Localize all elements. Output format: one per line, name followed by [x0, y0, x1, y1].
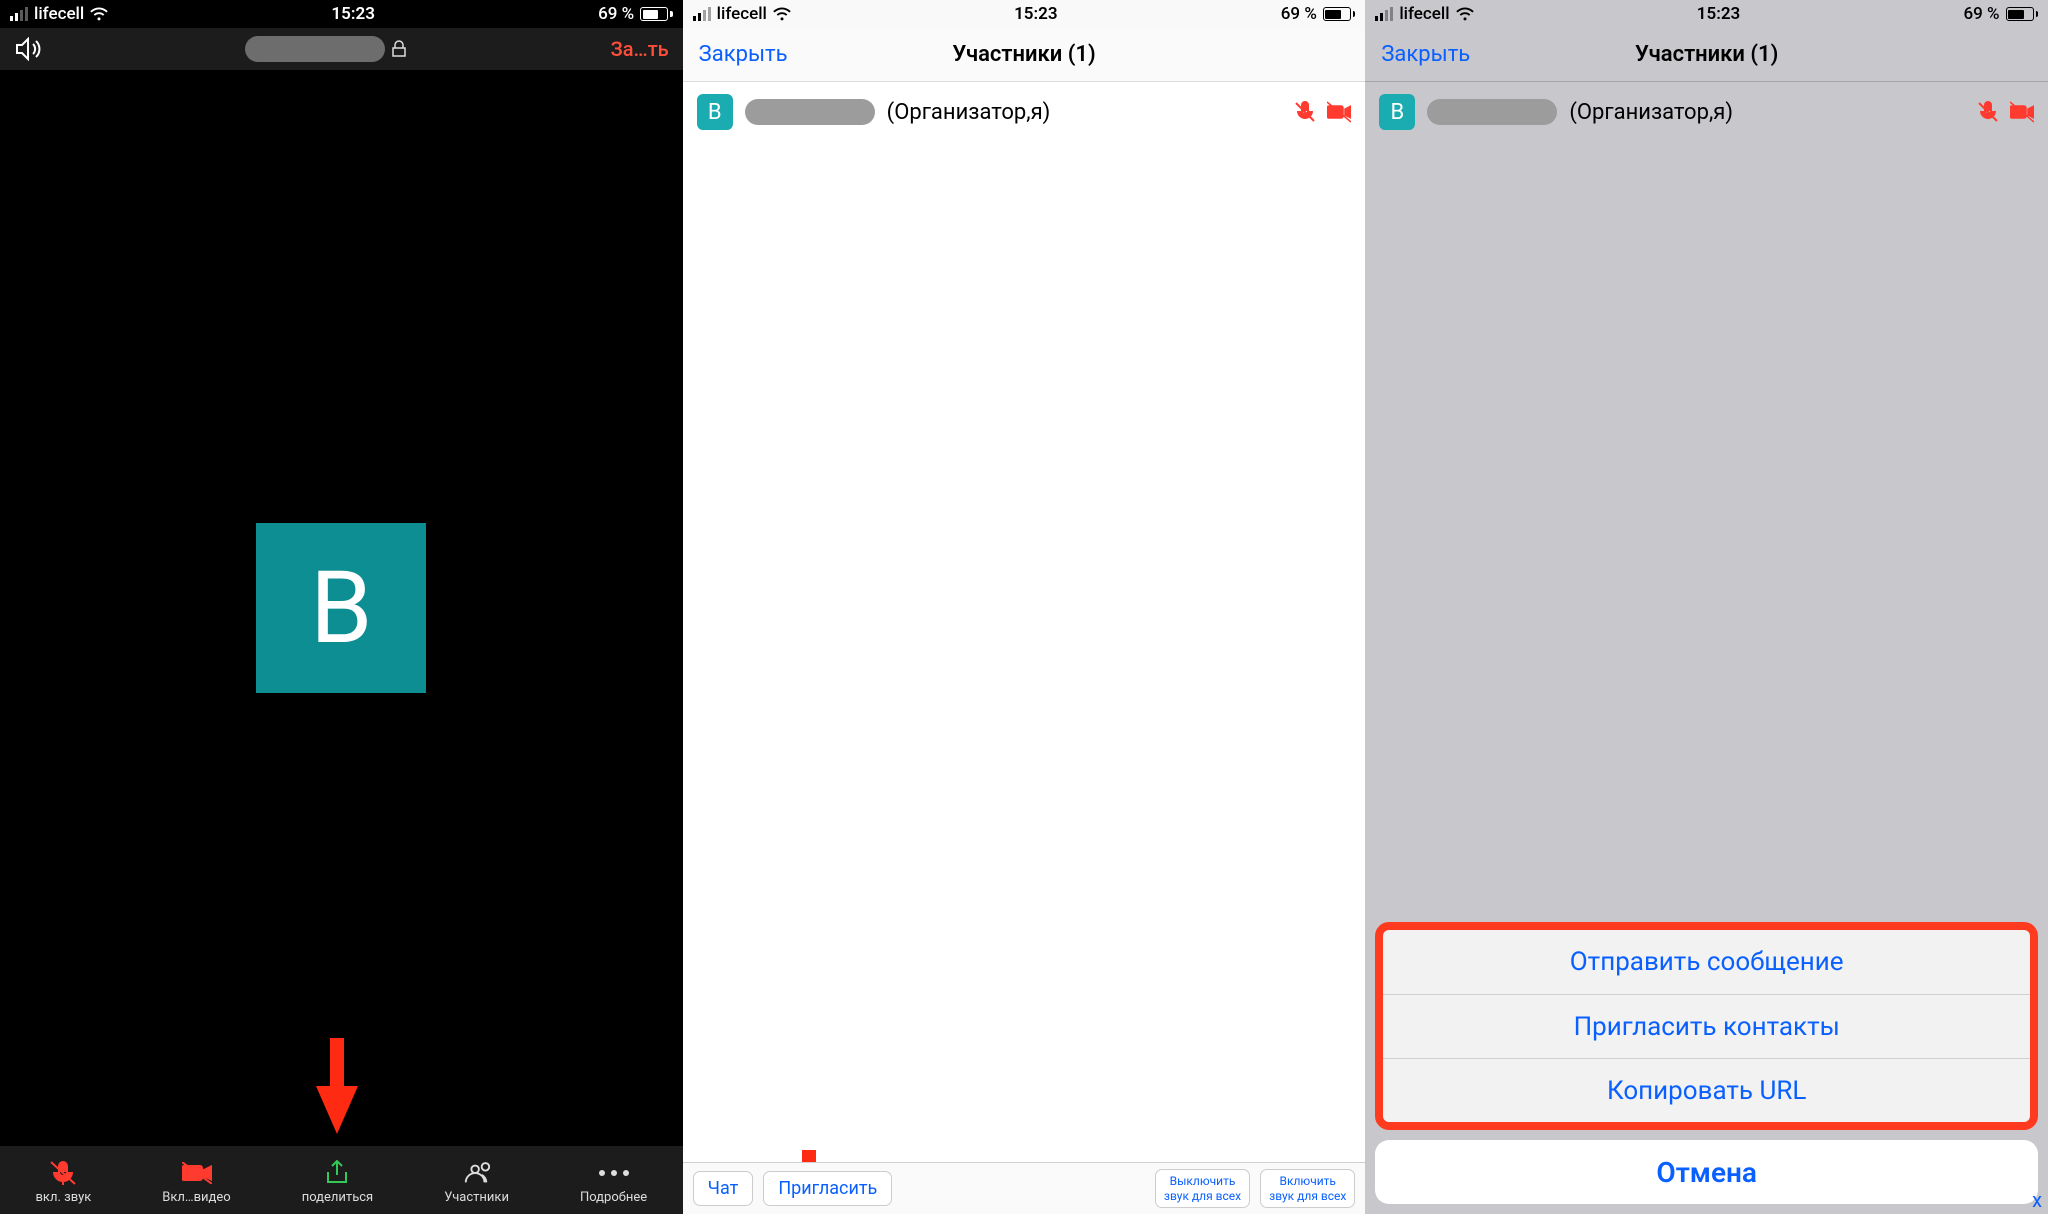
status-bar: lifecell 15:23 69 %	[1365, 0, 2048, 28]
participant-row[interactable]: В (Организатор,я)	[683, 82, 1366, 142]
participants-icon	[462, 1160, 492, 1186]
screen-invite-sheet: lifecell 15:23 69 % Закрыть Участники (1…	[1365, 0, 2048, 1214]
participant-name-redacted	[1427, 99, 1557, 125]
meeting-title-redacted	[245, 36, 385, 62]
status-bar: lifecell 15:23 69 %	[683, 0, 1366, 28]
invite-button[interactable]: Пригласить	[763, 1171, 892, 1206]
clock-label: 15:23	[331, 4, 374, 24]
share-icon	[322, 1160, 352, 1186]
more-button[interactable]: Подробнее	[580, 1160, 647, 1205]
participant-initial: В	[1390, 100, 1404, 125]
carrier-label: lifecell	[34, 4, 84, 24]
video-off-icon	[2010, 100, 2034, 124]
wifi-icon	[90, 7, 108, 21]
action-copy-url[interactable]: Копировать URL	[1383, 1058, 2030, 1122]
meeting-toolbar: вкл. звук Вкл…видео поделиться Участники…	[0, 1146, 683, 1214]
video-off-icon	[1327, 100, 1351, 124]
participants-bottom-bar: Чат Пригласить Выключить звук для всех В…	[683, 1162, 1366, 1214]
participant-initial: В	[708, 100, 722, 125]
share-button[interactable]: поделиться	[302, 1160, 373, 1205]
dismiss-x-icon[interactable]: x	[2032, 1188, 2042, 1212]
carrier-label: lifecell	[717, 4, 767, 24]
mic-off-icon	[1976, 100, 2000, 124]
mute-all-button[interactable]: Выключить звук для всех	[1155, 1169, 1250, 1208]
participant-role: (Организатор,я)	[887, 100, 1051, 125]
participants-title: Участники (1)	[952, 42, 1095, 67]
close-button[interactable]: Закрыть	[699, 42, 788, 67]
carrier-label: lifecell	[1399, 4, 1449, 24]
close-button[interactable]: Закрыть	[1381, 42, 1470, 67]
participants-label: Участники	[444, 1190, 509, 1205]
mic-off-icon	[48, 1160, 78, 1186]
participant-row[interactable]: В (Организатор,я)	[1365, 82, 2048, 142]
participant-avatar: В	[1379, 94, 1415, 130]
meeting-body: В	[0, 70, 683, 1146]
signal-icon	[10, 7, 28, 21]
participants-nav: Закрыть Участники (1)	[683, 28, 1366, 82]
battery-icon	[2006, 7, 2039, 21]
action-invite-contacts[interactable]: Пригласить контакты	[1383, 994, 2030, 1058]
battery-pct-label: 69 %	[598, 4, 634, 24]
more-label: Подробнее	[580, 1190, 647, 1205]
annotation-arrow-icon	[316, 1038, 358, 1134]
wifi-icon	[1456, 7, 1474, 21]
wifi-icon	[773, 7, 791, 21]
participants-nav: Закрыть Участники (1)	[1365, 28, 2048, 82]
toggle-audio-button[interactable]: вкл. звук	[36, 1160, 92, 1205]
participants-title: Участники (1)	[1635, 42, 1778, 67]
mic-off-icon	[1293, 100, 1317, 124]
battery-pct-label: 69 %	[1281, 4, 1317, 24]
screen-participants: lifecell 15:23 69 % Закрыть Участники (1…	[683, 0, 1366, 1214]
video-label: Вкл…видео	[162, 1190, 230, 1205]
participant-name-redacted	[745, 99, 875, 125]
host-avatar-letter: В	[310, 550, 372, 667]
chat-button[interactable]: Чат	[693, 1171, 754, 1206]
host-avatar: В	[256, 523, 426, 693]
invite-action-sheet: Отправить сообщение Пригласить контакты …	[1365, 912, 2048, 1214]
lock-icon	[391, 40, 407, 58]
participant-avatar: В	[697, 94, 733, 130]
share-label: поделиться	[302, 1190, 373, 1205]
end-meeting-button[interactable]: За…ть	[611, 37, 669, 61]
audio-label: вкл. звук	[36, 1190, 92, 1205]
signal-icon	[693, 7, 711, 21]
speaker-icon[interactable]	[14, 37, 42, 61]
participant-role: (Организатор,я)	[1569, 100, 1733, 125]
more-icon	[599, 1160, 629, 1186]
meeting-top-bar: За…ть	[0, 28, 683, 70]
clock-label: 15:23	[1697, 4, 1740, 24]
signal-icon	[1375, 7, 1393, 21]
unmute-all-button[interactable]: Включить звук для всех	[1260, 1169, 1355, 1208]
battery-icon	[1323, 7, 1356, 21]
participants-button[interactable]: Участники	[444, 1160, 509, 1205]
invite-action-group: Отправить сообщение Пригласить контакты …	[1375, 922, 2038, 1130]
status-bar: lifecell 15:23 69 %	[0, 0, 683, 28]
action-cancel[interactable]: Отмена	[1375, 1140, 2038, 1204]
video-off-icon	[182, 1160, 212, 1186]
battery-icon	[640, 7, 673, 21]
toggle-video-button[interactable]: Вкл…видео	[162, 1160, 230, 1205]
screen-meeting: lifecell 15:23 69 % За…ть В	[0, 0, 683, 1214]
clock-label: 15:23	[1014, 4, 1057, 24]
action-send-message[interactable]: Отправить сообщение	[1383, 930, 2030, 994]
battery-pct-label: 69 %	[1963, 4, 1999, 24]
